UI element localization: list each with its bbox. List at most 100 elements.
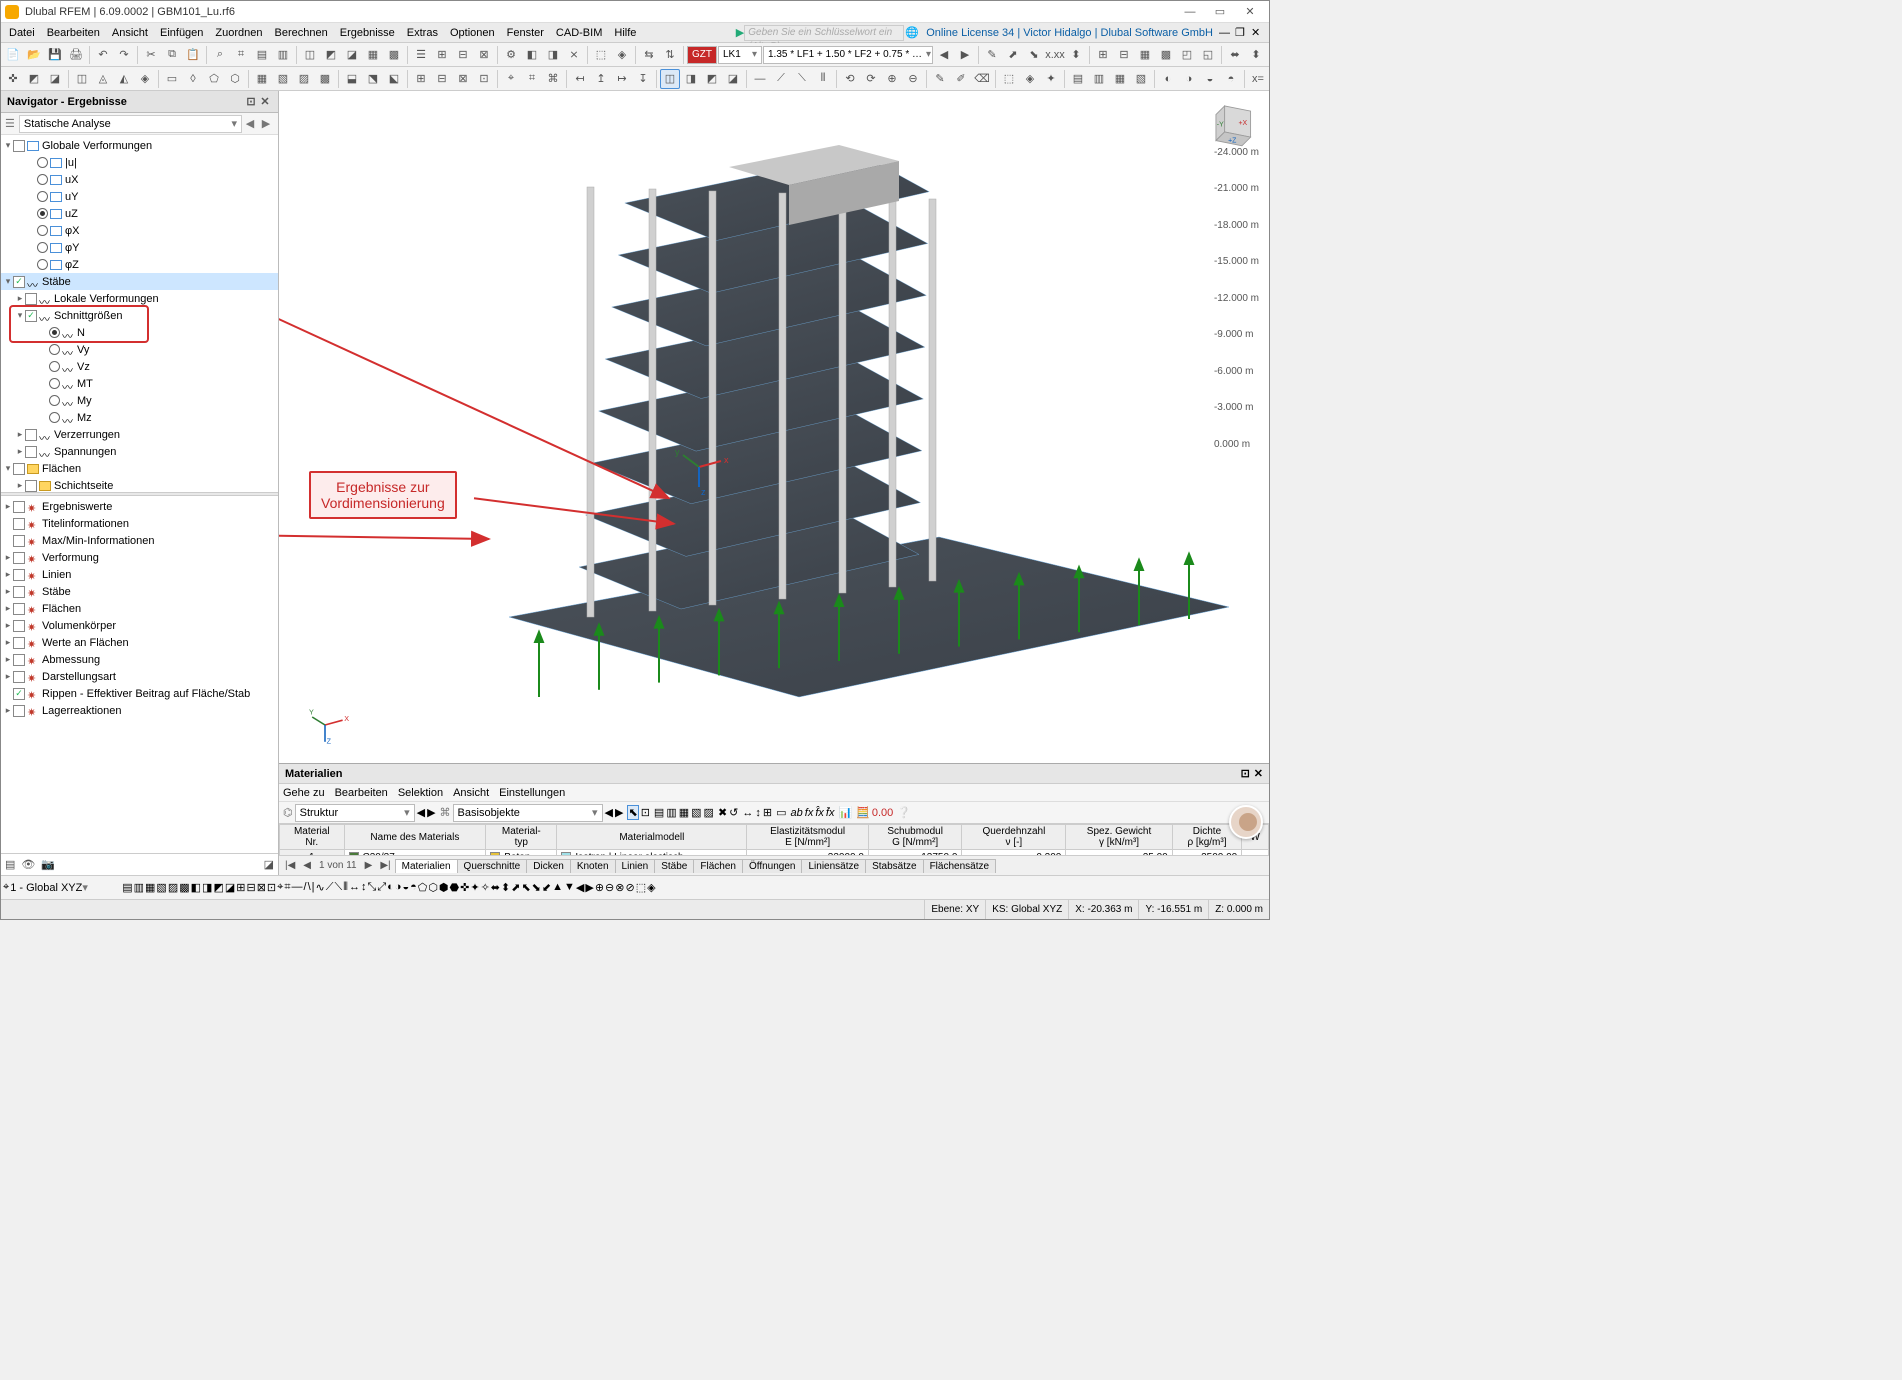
tool-icon[interactable]: ⊞ (1093, 45, 1113, 65)
load-type-combo[interactable]: GZT (687, 46, 717, 64)
tool-icon[interactable]: ✜ (3, 69, 23, 89)
tool-icon[interactable]: | (312, 881, 315, 894)
tab-stäbe[interactable]: Stäbe (654, 859, 694, 873)
tool-icon[interactable]: ✧ (481, 881, 490, 894)
next-icon[interactable]: ▶ (615, 806, 623, 819)
tool-icon[interactable]: ◫ (300, 45, 320, 65)
tab-dicken[interactable]: Dicken (526, 859, 571, 873)
menu-ansicht[interactable]: Ansicht (106, 25, 154, 41)
close-button[interactable]: ✕ (1235, 2, 1265, 22)
assistant-avatar[interactable] (1229, 805, 1263, 839)
tool-icon[interactable]: ◈ (647, 881, 655, 894)
tool-icon[interactable]: ⌕ (210, 45, 230, 65)
tree-item[interactable]: 〰Vy (1, 341, 278, 358)
tool-icon[interactable]: ◪ (225, 881, 235, 894)
tool-icon[interactable]: ⬚ (999, 69, 1019, 89)
tree-item[interactable]: ▾〰Schnittgrößen (1, 307, 278, 324)
pin-icon[interactable]: ⊡ (1241, 767, 1250, 780)
tree-item[interactable]: ▸✷Werte an Flächen (1, 634, 278, 651)
tool-icon[interactable]: ⬋ (542, 881, 551, 894)
tool-icon[interactable]: ◐ (1158, 69, 1178, 89)
next-icon[interactable]: ▶ (427, 806, 435, 819)
menu-datei[interactable]: Datei (3, 25, 41, 41)
matmenu-ansicht[interactable]: Ansicht (453, 787, 489, 799)
tool-icon[interactable]: ⌗ (231, 45, 251, 65)
tree-item[interactable]: ✷Max/Min-Informationen (1, 532, 278, 549)
materials-table[interactable]: MaterialNr.Name des MaterialsMaterial-ty… (279, 824, 1269, 855)
print-icon[interactable]: 🖨 (66, 45, 86, 65)
next-icon[interactable]: ▶ (955, 45, 975, 65)
tool-icon[interactable]: ⬌ (1225, 45, 1245, 65)
tool-icon[interactable]: ⌫ (972, 69, 992, 89)
tool-icon[interactable]: ↔ (742, 807, 753, 819)
tool-icon[interactable]: ▥ (134, 881, 144, 894)
tool-icon[interactable]: ⊠ (474, 45, 494, 65)
mdi-close-icon[interactable]: ✕ (1251, 26, 1267, 39)
tool-icon[interactable]: ◊ (183, 69, 203, 89)
tool-icon[interactable]: ⬕ (384, 69, 404, 89)
tool-icon[interactable]: ↥ (591, 69, 611, 89)
tool-icon[interactable]: ✐ (951, 69, 971, 89)
redo-icon[interactable]: ↷ (114, 45, 134, 65)
tool-icon[interactable]: ⊠ (453, 69, 473, 89)
tool-icon[interactable]: / (304, 881, 307, 894)
tool-icon[interactable]: ▩ (315, 69, 335, 89)
tool-icon[interactable]: ▧ (1131, 69, 1151, 89)
tool-icon[interactable]: ⤢ (377, 881, 386, 894)
tool-icon[interactable]: ⤡ (368, 881, 377, 894)
tab-right-icon[interactable]: ◪ (264, 858, 274, 871)
3d-view[interactable]: x y z -24.000 m-21.000 m-18.000 m-15.000… (279, 91, 1269, 763)
undo-icon[interactable]: ↶ (93, 45, 113, 65)
tool-icon[interactable]: ▩ (384, 45, 404, 65)
next-page-icon[interactable]: ▶ (361, 860, 377, 871)
tab-linien[interactable]: Linien (615, 859, 656, 873)
tab-flächensätze[interactable]: Flächensätze (923, 859, 996, 873)
tool-icon[interactable]: ◩ (321, 45, 341, 65)
tool-icon[interactable]: ⬍ (1246, 45, 1266, 65)
tree-item[interactable]: ▾Flächen (1, 460, 278, 477)
tool-icon[interactable]: ⬣ (450, 881, 460, 894)
cs-combo[interactable]: 1 - Global XYZ▾ (10, 881, 120, 894)
menu-fenster[interactable]: Fenster (501, 25, 550, 41)
cut-icon[interactable]: ✂ (141, 45, 161, 65)
tree-item[interactable]: φZ (1, 256, 278, 273)
keyword-input[interactable]: Geben Sie ein Schlüsselwort ein (Alt+Q) (744, 25, 904, 41)
tool-icon[interactable]: ⊟ (246, 881, 255, 894)
tool-icon[interactable]: ⬊ (532, 881, 541, 894)
tree-item[interactable]: ▸✷Abmessung (1, 651, 278, 668)
tool-icon[interactable]: ▧ (691, 806, 701, 819)
menu-extras[interactable]: Extras (401, 25, 444, 41)
tool-icon[interactable]: ⊖ (903, 69, 923, 89)
tool-icon[interactable]: ▦ (1110, 69, 1130, 89)
matmenu-einstellungen[interactable]: Einstellungen (499, 787, 565, 799)
tool-icon[interactable]: ◐ (387, 881, 394, 894)
tool-icon[interactable]: ◪ (342, 45, 362, 65)
save-icon[interactable]: 💾 (45, 45, 65, 65)
tool-icon[interactable]: ◀ (576, 881, 584, 894)
tree-item[interactable]: 〰My (1, 392, 278, 409)
tree-item[interactable]: uX (1, 171, 278, 188)
tree-item[interactable]: ▸✷Volumenkörper (1, 617, 278, 634)
tool-icon[interactable]: ⊞ (411, 69, 431, 89)
select-icon[interactable]: ⬉ (627, 805, 638, 820)
tool-icon[interactable]: ⟲ (840, 69, 860, 89)
nav-next-icon[interactable]: ▶ (258, 117, 274, 130)
tree-item[interactable]: ▸✷Stäbe (1, 583, 278, 600)
tool-icon[interactable]: ⟍ (334, 881, 342, 894)
tool-icon[interactable]: ✜ (460, 881, 469, 894)
tab-flächen[interactable]: Flächen (693, 859, 743, 873)
menu-hilfe[interactable]: Hilfe (608, 25, 642, 41)
copy-icon[interactable]: ⧉ (162, 45, 182, 65)
loadcase-combo[interactable]: LK1▾ (718, 46, 762, 64)
tool-icon[interactable]: ▨ (168, 881, 178, 894)
paste-icon[interactable]: 📋 (183, 45, 203, 65)
tree-item[interactable]: 〰MT (1, 375, 278, 392)
tree-item[interactable]: ✷Titelinformationen (1, 515, 278, 532)
tab-öffnungen[interactable]: Öffnungen (742, 859, 803, 873)
mdi-restore-icon[interactable]: ❐ (1235, 26, 1251, 39)
tool-icon[interactable]: ↧ (633, 69, 653, 89)
tree-item[interactable]: ▸✷Ergebniswerte (1, 498, 278, 515)
tool-icon[interactable]: ⊡ (641, 806, 650, 819)
tool-icon[interactable]: ⬈ (511, 881, 520, 894)
tool-icon[interactable]: ⬓ (342, 69, 362, 89)
